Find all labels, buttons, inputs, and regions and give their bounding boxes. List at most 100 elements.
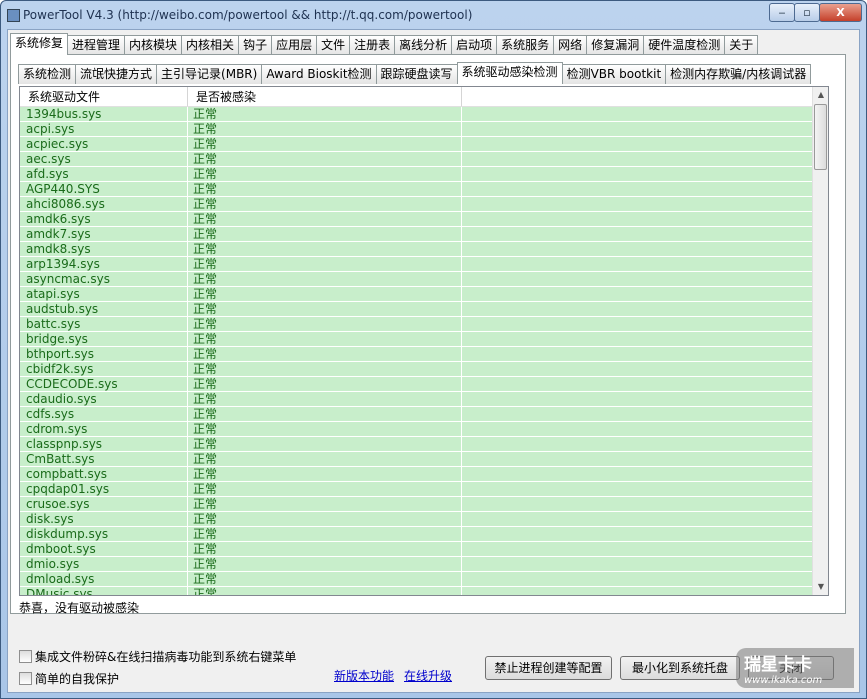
maximize-button[interactable]: ▫ — [794, 3, 820, 22]
table-row[interactable]: ahci8086.sys 正常 — [20, 197, 813, 212]
table-row[interactable]: amdk8.sys 正常 — [20, 242, 813, 257]
table-row[interactable]: atapi.sys 正常 — [20, 287, 813, 302]
table-row[interactable]: acpiec.sys 正常 — [20, 137, 813, 152]
sub-tab-5[interactable]: 系统驱动感染检测 — [456, 62, 563, 84]
table-row[interactable]: afd.sys 正常 — [20, 167, 813, 182]
empty-cell — [462, 557, 813, 571]
infection-status: 正常 — [188, 362, 462, 376]
driver-file: compbatt.sys — [20, 467, 188, 481]
sub-tab-3[interactable]: Award Bioskit检测 — [261, 64, 377, 84]
scroll-down-icon[interactable]: ▼ — [813, 579, 828, 595]
main-tab-10[interactable]: 系统服务 — [496, 35, 555, 55]
checkbox-icon[interactable] — [19, 650, 32, 663]
driver-file: diskdump.sys — [20, 527, 188, 541]
sub-tab-2[interactable]: 主引导记录(MBR) — [156, 64, 263, 84]
main-tab-7[interactable]: 注册表 — [349, 35, 396, 55]
driver-file: 1394bus.sys — [20, 107, 188, 121]
driver-file: cdfs.sys — [20, 407, 188, 421]
table-row[interactable]: acpi.sys 正常 — [20, 122, 813, 137]
table-row[interactable]: arp1394.sys 正常 — [20, 257, 813, 272]
table-row[interactable]: AGP440.SYS 正常 — [20, 182, 813, 197]
sub-tab-1[interactable]: 流氓快捷方式 — [75, 64, 158, 84]
app-icon — [7, 9, 20, 22]
table-row[interactable]: battc.sys 正常 — [20, 317, 813, 332]
column-header-driver[interactable]: 系统驱动文件 — [20, 87, 188, 106]
checkbox-icon[interactable] — [19, 672, 32, 685]
driver-file: asyncmac.sys — [20, 272, 188, 286]
table-row[interactable]: bthport.sys 正常 — [20, 347, 813, 362]
scroll-thumb[interactable] — [814, 104, 827, 170]
scroll-up-icon[interactable]: ▲ — [813, 87, 828, 103]
driver-file: cbidf2k.sys — [20, 362, 188, 376]
table-row[interactable]: cdrom.sys 正常 — [20, 422, 813, 437]
empty-cell — [462, 212, 813, 226]
main-tab-1[interactable]: 进程管理 — [67, 35, 126, 55]
table-row[interactable]: cpqdap01.sys 正常 — [20, 482, 813, 497]
driver-file: AGP440.SYS — [20, 182, 188, 196]
disable-process-config-button[interactable]: 禁止进程创建等配置 — [485, 656, 612, 680]
table-row[interactable]: DMusic.sys 正常 — [20, 587, 813, 595]
sub-tab-0[interactable]: 系统检测 — [18, 64, 77, 84]
main-tab-14[interactable]: 关于 — [724, 35, 759, 55]
empty-cell — [462, 437, 813, 451]
table-row[interactable]: cdfs.sys 正常 — [20, 407, 813, 422]
sub-tab-6[interactable]: 检测VBR bootkit — [561, 64, 667, 84]
main-tab-11[interactable]: 网络 — [553, 35, 588, 55]
empty-cell — [462, 392, 813, 406]
table-row[interactable]: asyncmac.sys 正常 — [20, 272, 813, 287]
close-window-button[interactable]: X — [819, 3, 862, 22]
empty-cell — [462, 527, 813, 541]
option-shell-menu[interactable]: 集成文件粉碎&在线扫描病毒功能到系统右键菜单 — [19, 648, 296, 665]
column-header-infected[interactable]: 是否被感染 — [188, 87, 462, 106]
main-tab-12[interactable]: 修复漏洞 — [586, 35, 645, 55]
driver-file: ahci8086.sys — [20, 197, 188, 211]
empty-cell — [462, 362, 813, 376]
minimize-to-tray-button[interactable]: 最小化到系统托盘 — [620, 656, 740, 680]
empty-cell — [462, 272, 813, 286]
table-row[interactable]: dmload.sys 正常 — [20, 572, 813, 587]
table-row[interactable]: classpnp.sys 正常 — [20, 437, 813, 452]
table-row[interactable]: amdk6.sys 正常 — [20, 212, 813, 227]
infection-status: 正常 — [188, 497, 462, 511]
driver-file: cdrom.sys — [20, 422, 188, 436]
infection-status: 正常 — [188, 482, 462, 496]
table-row[interactable]: CCDECODE.sys 正常 — [20, 377, 813, 392]
table-row[interactable]: crusoe.sys 正常 — [20, 497, 813, 512]
table-row[interactable]: cdaudio.sys 正常 — [20, 392, 813, 407]
main-tab-5[interactable]: 应用层 — [271, 35, 318, 55]
main-tab-8[interactable]: 离线分析 — [394, 35, 453, 55]
option-self-protect[interactable]: 简单的自我保护 — [19, 670, 119, 687]
table-row[interactable]: diskdump.sys 正常 — [20, 527, 813, 542]
table-row[interactable]: compbatt.sys 正常 — [20, 467, 813, 482]
empty-cell — [462, 242, 813, 256]
empty-cell — [462, 302, 813, 316]
table-row[interactable]: amdk7.sys 正常 — [20, 227, 813, 242]
main-tab-4[interactable]: 钩子 — [238, 35, 273, 55]
empty-cell — [462, 107, 813, 121]
table-row[interactable]: audstub.sys 正常 — [20, 302, 813, 317]
main-tab-13[interactable]: 硬件温度检测 — [643, 35, 726, 55]
sub-tab-4[interactable]: 跟踪硬盘读写 — [375, 64, 458, 84]
new-features-link[interactable]: 新版本功能 — [334, 667, 394, 684]
table-row[interactable]: dmboot.sys 正常 — [20, 542, 813, 557]
table-row[interactable]: cbidf2k.sys 正常 — [20, 362, 813, 377]
main-tab-6[interactable]: 文件 — [316, 35, 351, 55]
table-row[interactable]: 1394bus.sys 正常 — [20, 107, 813, 122]
table-row[interactable]: CmBatt.sys 正常 — [20, 452, 813, 467]
table-row[interactable]: aec.sys 正常 — [20, 152, 813, 167]
infection-status: 正常 — [188, 572, 462, 586]
main-tab-2[interactable]: 内核模块 — [124, 35, 183, 55]
table-row[interactable]: disk.sys 正常 — [20, 512, 813, 527]
driver-file: amdk8.sys — [20, 242, 188, 256]
driver-file: bridge.sys — [20, 332, 188, 346]
main-tab-9[interactable]: 启动项 — [451, 35, 498, 55]
driver-list[interactable]: 系统驱动文件 是否被感染 1394bus.sys 正常 acpi.sys 正常 acpi… — [19, 86, 829, 596]
sub-tab-7[interactable]: 检测内存欺骗/内核调试器 — [665, 64, 812, 84]
main-tab-3[interactable]: 内核相关 — [181, 35, 240, 55]
minimize-button[interactable]: ‒ — [769, 3, 795, 22]
main-tab-0[interactable]: 系统修复 — [10, 33, 69, 55]
table-row[interactable]: dmio.sys 正常 — [20, 557, 813, 572]
table-row[interactable]: bridge.sys 正常 — [20, 332, 813, 347]
online-update-link[interactable]: 在线升级 — [404, 667, 452, 684]
vertical-scrollbar[interactable]: ▲ ▼ — [812, 87, 828, 595]
